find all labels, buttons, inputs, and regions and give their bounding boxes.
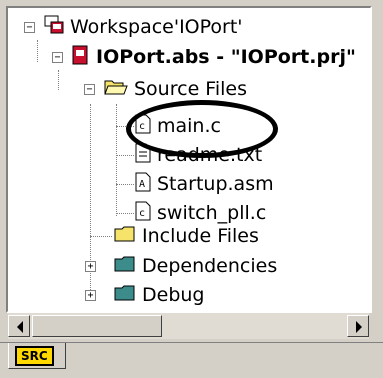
tree-item-label: main.c [157, 115, 221, 137]
tree-line [90, 236, 112, 237]
tree-item-label: readme.txt [157, 144, 263, 166]
svg-text:c: c [139, 121, 145, 132]
tree-item-label: Workspace'IOPort' [70, 16, 243, 38]
tree-line [58, 70, 59, 90]
collapse-toggle[interactable]: − [24, 22, 35, 33]
tree-line [116, 213, 134, 214]
tree-line [116, 184, 134, 185]
folder-open-icon [104, 77, 128, 101]
svg-text:A: A [139, 179, 145, 190]
arrow-left-icon [17, 321, 23, 333]
c-file-icon: c [135, 114, 151, 138]
folder-icon [114, 224, 136, 248]
tree-item-dependencies[interactable]: Dependencies [114, 251, 277, 281]
tree-line [116, 104, 117, 216]
tree-item-file[interactable]: readme.txt [135, 140, 262, 170]
expand-toggle[interactable]: + [85, 261, 96, 272]
horizontal-scrollbar[interactable] [8, 312, 369, 339]
tree-item-workspace[interactable]: Workspace'IOPort' [44, 12, 243, 42]
tree-line [116, 155, 134, 156]
folder-icon [114, 283, 136, 307]
tree-item-label: Startup.asm [157, 173, 274, 195]
tree-item-debug[interactable]: Debug [114, 280, 204, 310]
scrollbar-thumb[interactable] [32, 315, 162, 337]
tree-line [37, 40, 38, 62]
svg-text:c: c [139, 208, 145, 219]
arrow-right-icon [356, 321, 362, 333]
tree-line [116, 126, 134, 127]
tree-item-project[interactable]: IOPort.abs - "IOPort.prj" [70, 42, 356, 72]
tab-bar: SRC [0, 342, 383, 378]
workspace-tree-panel: − Workspace'IOPort' − IOPort.abs - "IOPo… [6, 6, 372, 313]
tree-item-label: IOPort.abs - "IOPort.prj" [96, 46, 356, 68]
asm-file-icon: A [135, 172, 151, 196]
collapse-toggle[interactable]: − [52, 52, 63, 63]
tab-src[interactable]: SRC [8, 343, 66, 369]
expand-toggle[interactable]: + [85, 290, 96, 301]
tree-item-label: Include Files [142, 225, 259, 247]
workspace-icon [44, 15, 64, 39]
tree-item-source-files[interactable]: Source Files [104, 74, 247, 104]
src-tab-label: SRC [15, 346, 54, 366]
tree-item-file[interactable]: c main.c [135, 111, 221, 141]
scroll-right-button[interactable] [347, 315, 369, 337]
tree-item-include-files[interactable]: Include Files [114, 221, 259, 251]
tree-item-file[interactable]: A Startup.asm [135, 169, 274, 199]
text-file-icon [135, 143, 151, 167]
collapse-toggle[interactable]: − [84, 84, 95, 95]
project-icon [70, 45, 90, 69]
tree-item-label: Dependencies [142, 255, 278, 277]
tree-item-label: Source Files [134, 78, 247, 100]
scroll-left-button[interactable] [8, 315, 30, 337]
tree-item-label: Debug [142, 284, 205, 306]
folder-icon [114, 254, 136, 278]
